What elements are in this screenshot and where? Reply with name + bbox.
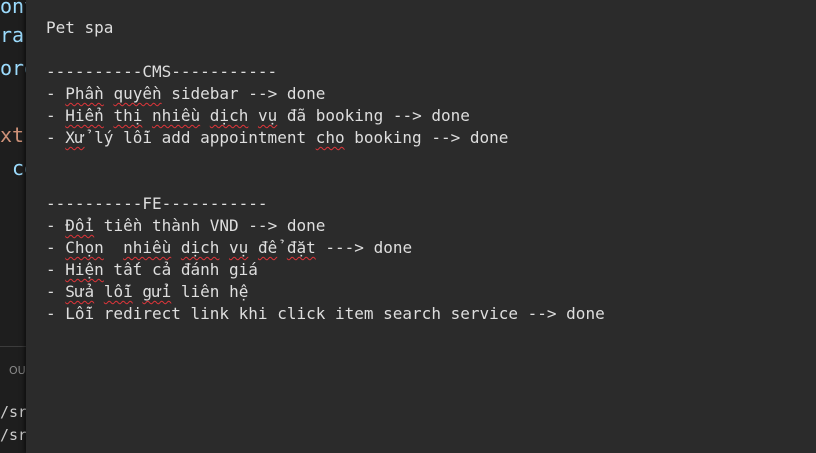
note-text: liên hệ (171, 282, 249, 301)
misspelled-word: thị (113, 106, 143, 125)
note-text: đã booking --> done (277, 106, 470, 125)
note-line (46, 39, 605, 61)
note-text: ---> done (315, 238, 413, 257)
misspelled-word: cho (315, 128, 345, 147)
note-text (142, 106, 152, 125)
note-text (277, 238, 287, 257)
note-text: ----------CMS----------- (46, 62, 278, 81)
misspelled-word: Phần (65, 84, 104, 103)
misspelled-word: nhiều (151, 106, 201, 125)
note-line: - Lỗi redirect link khi click item searc… (46, 303, 605, 325)
note-text (94, 282, 104, 301)
terminal-fragment: /sro (0, 403, 26, 421)
misspelled-word: Chọn (65, 238, 104, 257)
note-line (46, 171, 605, 193)
note-line: - Hiển thị nhiều dịch vụ đã booking --> … (46, 105, 605, 127)
note-text: ----------FE----------- (46, 194, 268, 213)
note-text (104, 238, 123, 257)
misspelled-word: để (257, 238, 278, 257)
note-line: ----------CMS----------- (46, 61, 605, 83)
note-line: ----------FE----------- (46, 193, 605, 215)
misspelled-word: đặt (286, 238, 316, 257)
misspelled-word: vụ (229, 238, 249, 257)
note-text: tất cả đánh giá (103, 260, 258, 279)
note-text (248, 238, 258, 257)
misspelled-word: vụ (257, 106, 278, 125)
misspelled-word: lỗi (103, 282, 133, 301)
note-text (104, 84, 114, 103)
note-line: - Xử lý lỗi add appointment cho booking … (46, 127, 605, 149)
misspelled-word: dịch (209, 106, 249, 125)
misspelled-word: dịch (180, 238, 220, 257)
note-text: Pet spa (46, 18, 114, 37)
note-text: - Lỗi redirect link khi click item searc… (46, 304, 605, 323)
note-text: - (46, 282, 66, 301)
note-text-area[interactable]: Pet spa ----------CMS----------- - Phần qu… (46, 17, 605, 325)
note-text: - (46, 128, 66, 147)
note-text (171, 238, 181, 257)
note-text: - (46, 106, 66, 125)
note-line: Pet spa (46, 17, 605, 39)
note-text (104, 106, 114, 125)
note-text: booking --> done (344, 128, 509, 147)
note-text: sidebar --> done (161, 84, 326, 103)
misspelled-word: gửi (142, 282, 172, 301)
misspelled-word: nhiều (123, 238, 172, 257)
misspelled-word: Hiển (65, 106, 104, 125)
misspelled-word: quyền (113, 84, 162, 103)
misspelled-word: Sửa (65, 282, 95, 301)
misspelled-word: Hiện (65, 260, 104, 279)
notepad-window[interactable]: Pet spa ----------CMS----------- - Phần qu… (26, 0, 816, 453)
code-fragment: xt- (0, 123, 26, 147)
note-text (133, 282, 143, 301)
note-text: tiền thành VND --> done (94, 216, 326, 235)
misspelled-word: Xử (65, 128, 85, 147)
note-line: - Đổi tiền thành VND --> done (46, 215, 605, 237)
note-line (46, 149, 605, 171)
note-line: - Phần quyền sidebar --> done (46, 83, 605, 105)
code-fragment: onti (0, 0, 26, 18)
background-code-editor: onti ran oro xt- co OU /sro /sro (0, 0, 26, 453)
note-text: - (46, 238, 66, 257)
note-text: - (46, 260, 66, 279)
note-text: lý lỗi add appointment (84, 128, 316, 147)
note-text: - (46, 84, 66, 103)
code-fragment: co (12, 156, 26, 180)
misspelled-word: Đổi (65, 216, 95, 235)
note-text: - (46, 216, 66, 235)
note-line: - Chọn nhiều dịch vụ để đặt ---> done (46, 237, 605, 259)
note-line: - Sửa lỗi gửi liên hệ (46, 281, 605, 303)
panel-tab-label[interactable]: OU (9, 364, 26, 377)
note-text (200, 106, 210, 125)
code-fragment: oro (0, 56, 26, 80)
note-text (219, 238, 229, 257)
note-line: - Hiện tất cả đánh giá (46, 259, 605, 281)
panel-divider (0, 346, 26, 347)
code-fragment: ran (0, 23, 26, 47)
note-text (248, 106, 258, 125)
terminal-fragment: /sro (0, 426, 26, 444)
